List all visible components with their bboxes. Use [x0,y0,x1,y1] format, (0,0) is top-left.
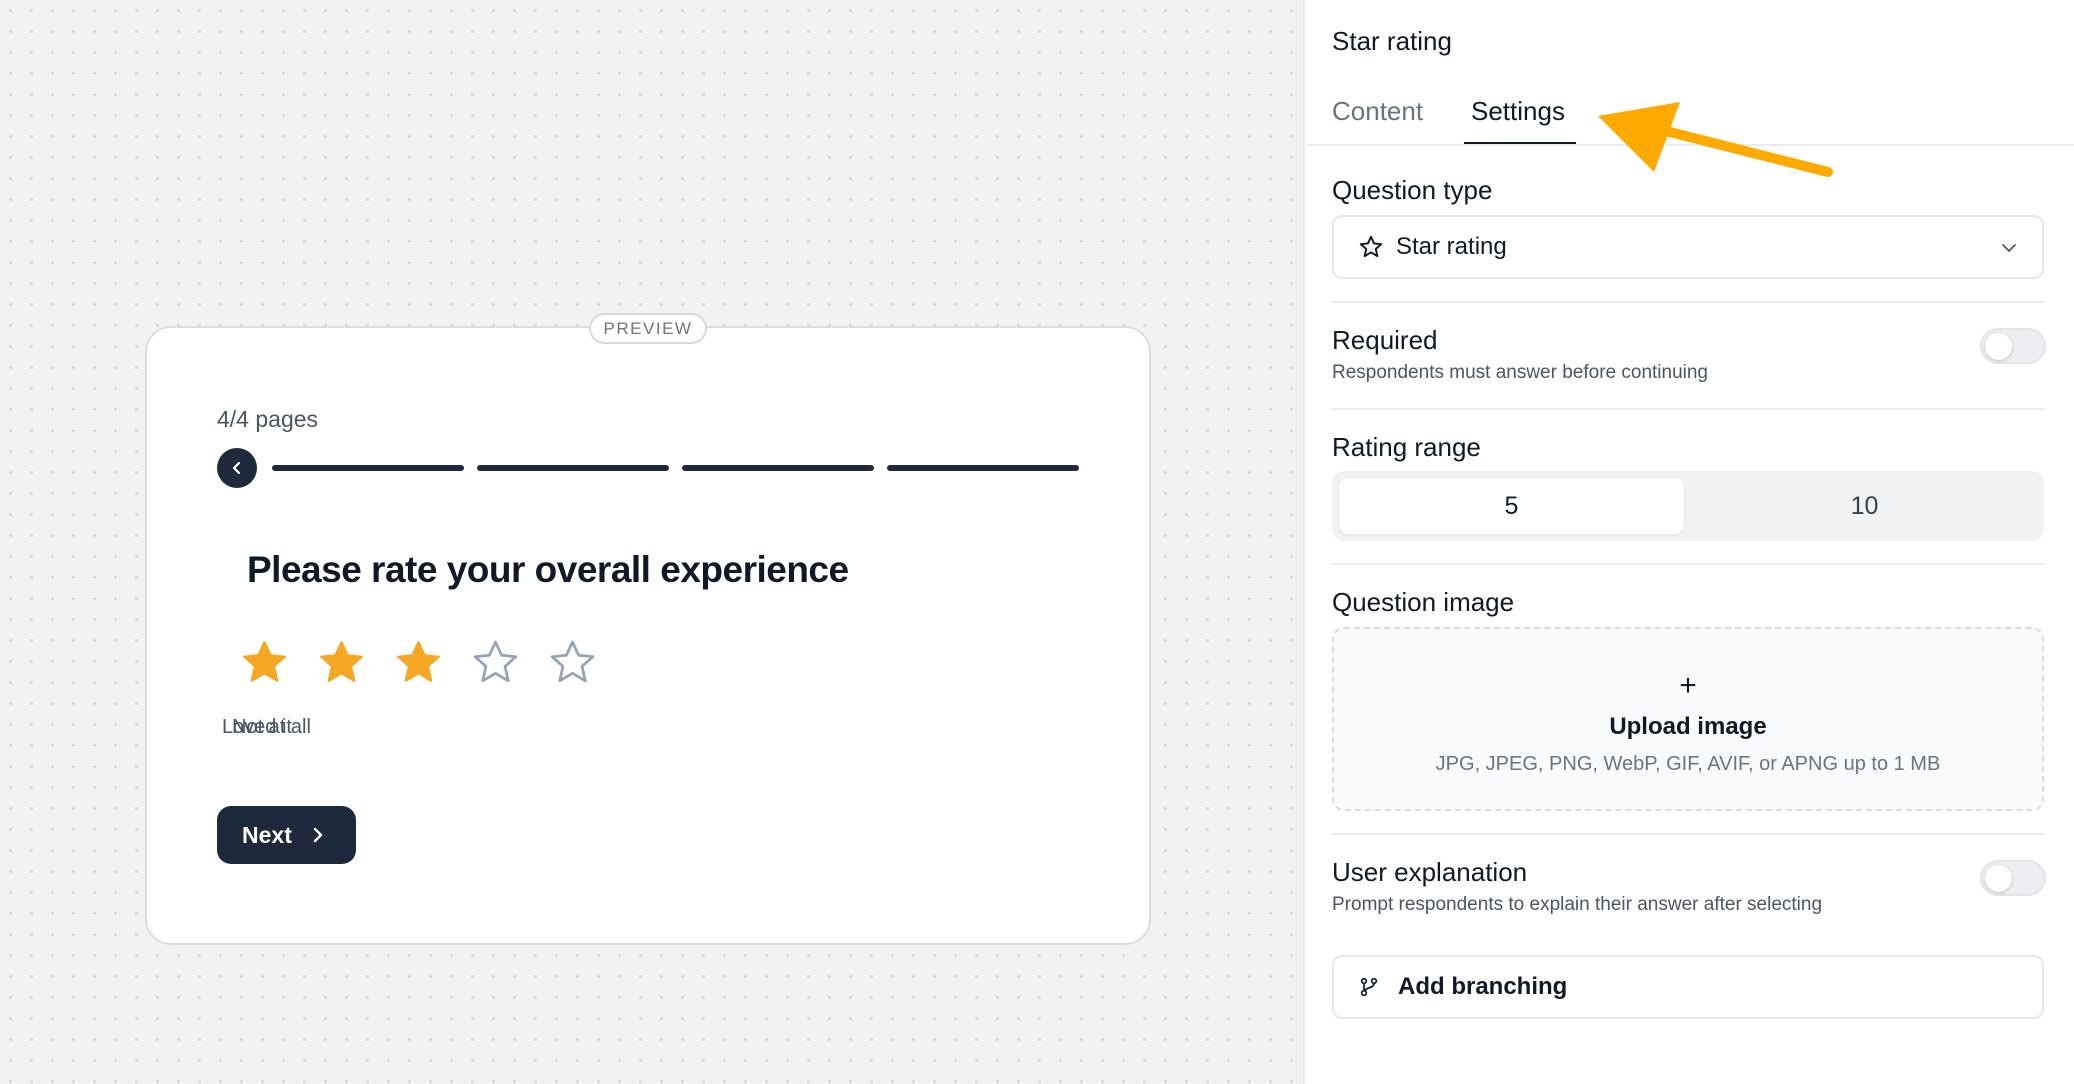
rating-range-option-10[interactable]: 10 [1692,478,2037,534]
pages-indicator: 4/4 pages [217,406,319,432]
add-branching-label: Add branching [1398,973,1568,1000]
plus-icon: + [1679,669,1697,702]
chevron-down-icon [2002,244,2016,252]
panel-title: Star rating [1332,26,1452,56]
user-explanation-toggle[interactable] [1980,860,2046,896]
progress-segment-4 [887,465,1079,471]
question-type-value: Star rating [1396,233,1507,260]
star-icon[interactable] [316,637,367,688]
toggle-knob [1985,865,2012,892]
star-icon[interactable] [470,637,521,688]
next-button-label: Next [242,821,292,848]
annotation-arrow-icon [1598,102,1833,177]
rating-range-selector: 5 10 [1332,471,2044,541]
star-icon[interactable] [239,637,290,688]
question-type-select[interactable]: Star rating [1332,215,2044,279]
required-label: Required [1332,325,1438,355]
question-image-label: Question image [1332,587,1515,617]
upload-image-dropzone[interactable]: + Upload image JPG, JPEG, PNG, WebP, GIF… [1332,627,2044,811]
chevron-left-icon [232,461,241,475]
upload-image-label: Upload image [1609,713,1767,740]
divider [1332,563,2044,565]
next-button[interactable]: Next [217,806,356,864]
scale-high-label: Loved it [221,716,292,738]
canvas: PREVIEW 4/4 pages Please rate your overa… [0,0,1305,1084]
preview-badge: PREVIEW [589,313,707,344]
progress-segment-3 [682,465,874,471]
required-hint: Respondents must answer before continuin… [1332,362,1709,383]
question-title: Please rate your overall experience [247,549,849,590]
star-icon[interactable] [393,637,444,688]
progress-segment-2 [477,465,669,471]
user-explanation-hint: Prompt respondents to explain their answ… [1332,894,1823,915]
settings-panel: Star rating Content Settings Question ty… [1306,0,2074,1084]
rating-range-option-5[interactable]: 5 [1339,478,1684,534]
divider [1332,408,2044,410]
progress-segment-1 [272,465,464,471]
tab-content[interactable]: Content [1332,96,1423,127]
chevron-right-icon [313,827,323,843]
tab-settings[interactable]: Settings [1471,96,1565,127]
git-branch-icon [1360,977,1378,997]
divider [1332,301,2044,303]
required-toggle[interactable] [1980,328,2046,364]
user-explanation-label: User explanation [1332,857,1528,887]
question-type-label: Question type [1332,175,1493,205]
add-branching-button[interactable]: Add branching [1332,955,2044,1019]
star-rating [239,637,598,688]
star-icon[interactable] [547,637,598,688]
star-icon [1359,235,1383,258]
divider [1332,833,2044,835]
rating-range-label: Rating range [1332,432,1481,462]
upload-image-hint: JPG, JPEG, PNG, WebP, GIF, AVIF, or APNG… [1435,753,1941,775]
toggle-knob [1985,333,2012,360]
back-button[interactable] [217,448,257,488]
